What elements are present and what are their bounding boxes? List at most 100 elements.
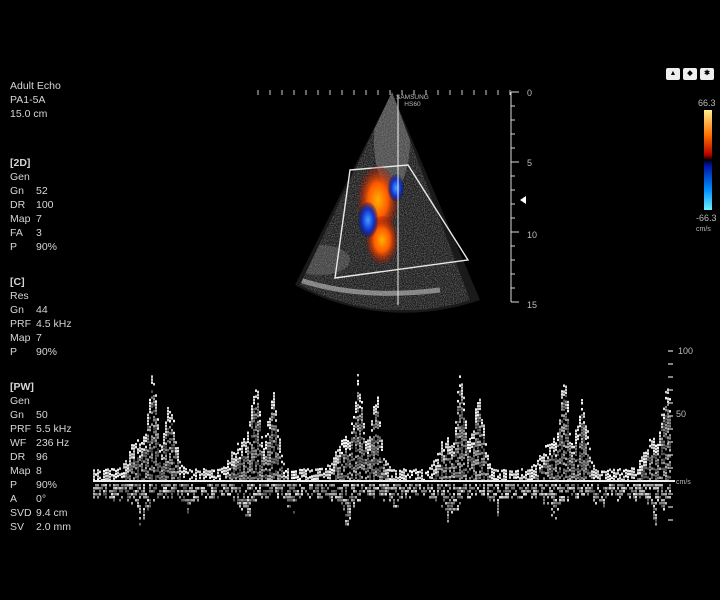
spectrum-pixel <box>361 449 363 452</box>
spectrum-pixel <box>593 467 595 471</box>
spectrum-pixel <box>171 474 173 477</box>
spectrum-pixel <box>109 469 111 473</box>
spectrum-pixel <box>435 499 437 502</box>
spectrum-pixel <box>339 445 341 449</box>
spectrum-pixel <box>489 496 491 499</box>
spectrum-pixel <box>205 496 207 499</box>
spectrum-pixel <box>361 437 363 440</box>
spectrum-pixel <box>479 443 481 447</box>
spectrum-pixel <box>561 414 563 417</box>
spectrum-pixel <box>651 443 653 446</box>
spectrum-pixel <box>309 487 311 490</box>
spectrum-pixel <box>275 431 277 434</box>
spectrum-pixel <box>141 460 143 463</box>
spectrum-pixel <box>169 464 171 468</box>
spectrum-pixel <box>621 493 623 496</box>
spectrum-pixel <box>279 444 281 447</box>
settings-icon[interactable]: ✱ <box>700 68 714 80</box>
spectrum-pixel <box>441 490 443 493</box>
spectrum-pixel <box>463 426 465 430</box>
spectrum-pixel <box>449 487 451 490</box>
spectrum-pixel <box>537 459 539 463</box>
camera-icon[interactable]: ▲ <box>666 68 680 80</box>
spectrum-pixel <box>267 490 269 493</box>
spectrum-pixel <box>195 496 197 499</box>
spectrum-pixel <box>331 493 333 496</box>
spectrum-pixel <box>553 452 555 456</box>
spectrum-pixel <box>259 490 261 493</box>
spectrum-pixel <box>369 460 371 463</box>
spectrum-pixel <box>421 469 423 472</box>
spectrum-pixel <box>155 433 157 436</box>
spectrum-pixel <box>551 514 553 517</box>
spectrum-pixel <box>301 493 303 496</box>
spectrum-pixel <box>345 502 347 505</box>
spectrum-pixel <box>341 475 343 479</box>
nav-icon[interactable]: ◆ <box>683 68 697 80</box>
spectrum-pixel <box>147 440 149 444</box>
spectrum-pixel <box>353 439 355 443</box>
spectrum-pixel <box>347 440 349 443</box>
spectrum-pixel <box>475 462 477 465</box>
spectrum-pixel <box>397 484 399 487</box>
spectrum-pixel <box>567 457 569 461</box>
spectrum-pixel <box>379 457 381 460</box>
spectrum-pixel <box>365 449 367 453</box>
spectrum-pixel <box>437 470 439 474</box>
spectrum-pixel <box>371 471 373 474</box>
spectrum-pixel <box>461 464 463 467</box>
spectrum-pixel <box>133 477 135 480</box>
spectrum-pixel <box>475 441 477 444</box>
spectrum-pixel <box>151 435 153 438</box>
spectrum-pixel <box>173 470 175 474</box>
spectrum-pixel <box>477 456 479 459</box>
spectrum-pixel <box>265 490 267 493</box>
spectrum-pixel <box>575 459 577 463</box>
spectrum-pixel <box>141 490 143 493</box>
spectrum-pixel <box>233 473 235 476</box>
spectrum-pixel <box>351 484 353 487</box>
spectrum-pixel <box>115 487 117 490</box>
spectrum-pixel <box>493 487 495 490</box>
spectrum-pixel <box>173 467 175 471</box>
spectrum-pixel <box>155 451 157 454</box>
focus-marker-icon[interactable] <box>520 196 526 204</box>
spectrum-pixel <box>447 440 449 443</box>
spectrum-pixel <box>159 490 161 493</box>
spectrum-pixel <box>393 469 395 472</box>
spectrum-pixel <box>463 484 465 487</box>
spectrum-pixel <box>509 470 511 473</box>
spectrum-pixel <box>525 477 527 480</box>
spectrum-pixel <box>665 456 667 460</box>
spectrum-pixel <box>565 427 567 431</box>
spectrum-pixel <box>567 475 569 479</box>
spectrum-pixel <box>117 487 119 490</box>
spectrum-pixel <box>375 413 377 416</box>
spectrum-pixel <box>557 435 559 439</box>
spectrum-pixel <box>265 467 267 471</box>
spectrum-pixel <box>253 449 255 453</box>
spectrum-pixel <box>371 462 373 465</box>
spectrum-pixel <box>665 405 667 409</box>
spectrum-pixel <box>479 419 481 423</box>
spectrum-pixel <box>373 460 375 463</box>
spectrum-pixel <box>209 476 211 479</box>
spectrum-pixel <box>491 484 493 487</box>
spectrum-pixel <box>349 459 351 463</box>
spectrum-pixel <box>275 440 277 443</box>
spectrum-pixel <box>199 473 201 477</box>
spectrum-pixel <box>545 460 547 463</box>
spectrum-pixel <box>295 499 297 502</box>
spectrum-pixel <box>105 493 107 496</box>
spectrum-pixel <box>357 403 359 407</box>
spectrum-pixel <box>453 496 455 499</box>
spectrum-pixel <box>483 427 485 430</box>
spectrum-pixel <box>133 453 135 456</box>
spectrum-pixel <box>179 469 181 473</box>
spectrum-pixel <box>477 447 479 450</box>
spectrum-pixel <box>435 468 437 471</box>
spectrum-pixel <box>461 401 463 404</box>
spectrum-pixel <box>427 470 429 474</box>
spectrum-pixel <box>171 438 173 441</box>
spectrum-pixel <box>139 446 141 449</box>
